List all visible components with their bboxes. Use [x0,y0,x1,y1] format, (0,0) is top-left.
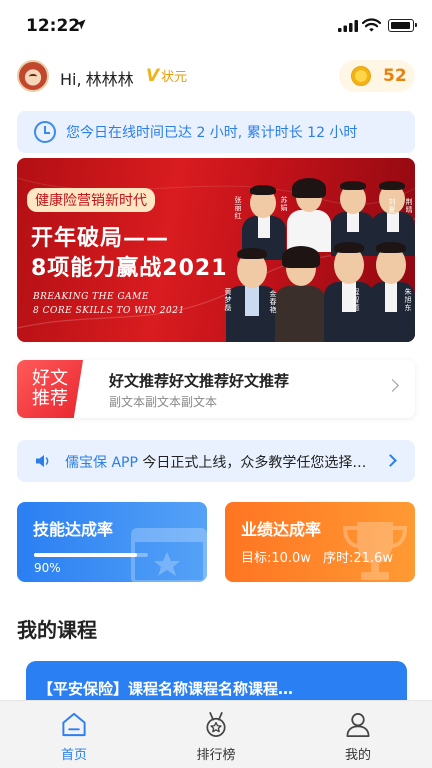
tab-ranking[interactable]: 排行榜 [176,711,256,763]
greeting: Hi, 林林林 [60,66,134,90]
speaker-name: 黄梦磊 [224,288,232,312]
coin-icon [351,66,371,86]
tab-home[interactable]: 首页 [34,711,114,763]
announcement-text: 儒宝保 APP 今日正式上线，众多教学任您选择… [65,452,366,472]
medal-icon [206,712,226,737]
chevron-right-icon [386,379,399,392]
clock-icon [34,121,56,143]
skill-progress-fill [34,553,137,557]
performance-rate-card[interactable]: 业绩达成率 目标:10.0w 序时:21.6w [225,502,415,582]
bottom-tab-bar: 首页 排行榜 我的 [0,700,432,768]
announcement-bar[interactable]: 儒宝保 APP 今日正式上线，众多教学任您选择… [17,440,415,482]
speaker-photo [367,232,415,342]
online-time-text: 您今日在线时间已达 2 小时, 累计时长 12 小时 [66,125,358,141]
skill-rate-title: 技能达成率 [33,520,114,539]
speaker-name: 张丽红 [234,196,242,220]
banner-english-line2: 8 CORE SKILLS TO WIN 2021 [33,306,185,316]
username: 林林林 [85,70,134,89]
skill-rate-card[interactable]: 技能达成率 90% [17,502,207,582]
avatar[interactable] [17,60,49,92]
article-title: 好文推荐好文推荐好文推荐 [109,372,290,390]
speaker-name: 刘夏 [388,198,396,214]
cellular-signal-icon [338,20,358,32]
tab-mine-label: 我的 [344,748,371,763]
status-time: 12:22 [26,16,81,36]
speaker-name: 荆晴 [405,198,413,214]
status-bar: 12:22 [0,0,432,50]
star-board-icon [131,528,207,582]
my-courses-heading: 我的课程 [17,618,97,642]
location-arrow-icon [75,19,86,30]
course-title: 【平安保险】课程名称课程名称课程… [38,680,294,698]
banner-title-line2: 8项能力赢战2021 [31,256,228,281]
banner-english-line1: BREAKING THE GAME [33,292,149,302]
speaker-name: 朱旭东 [404,288,412,312]
skill-progress-label: 90% [34,561,61,575]
home-icon [62,712,86,737]
coin-count: 52 [383,66,407,86]
vip-badge: V 状元 [146,65,188,86]
announcement-brand: 儒宝保 APP [65,455,138,471]
speaker-icon [36,455,49,467]
promo-banner[interactable]: 健康险营销新时代 开年破局—— 8项能力赢战2021 BREAKING THE … [17,158,415,342]
article-subtitle: 副文本副文本副文本 [109,395,218,409]
tab-mine[interactable]: 我的 [318,711,398,763]
tab-ranking-label: 排行榜 [196,748,236,763]
article-badge-line2: 推荐 [32,388,68,409]
banner-pill: 健康险营销新时代 [27,188,155,212]
speaker-photo [272,232,328,342]
article-badge: 好文 推荐 [17,360,83,418]
tab-home-label: 首页 [60,748,87,763]
speaker-name: 苏娟 [280,196,288,212]
performance-timeline: 序时:21.6w [323,551,393,566]
greeting-hi: Hi, [60,70,82,89]
performance-target: 目标:10.0w [241,551,311,566]
vip-label: 状元 [161,70,188,85]
online-time-notice: 您今日在线时间已达 2 小时, 累计时长 12 小时 [17,111,415,153]
speaker-name: 金春艳 [269,290,277,314]
speaker-name: 程智德 [352,288,360,312]
article-badge-line1: 好文 [32,368,68,389]
header: Hi, 林林林 V 状元 52 [0,56,432,96]
performance-rate-title: 业绩达成率 [241,520,322,539]
wifi-icon [362,18,381,32]
chevron-right-icon [384,454,397,467]
vip-v-icon: V [146,65,160,86]
coin-balance[interactable]: 52 [339,60,415,92]
user-icon [346,713,370,737]
recommended-article[interactable]: 好文 推荐 好文推荐好文推荐好文推荐 副文本副文本副文本 [17,360,415,418]
skill-progress-bar [34,553,148,557]
announcement-message: 今日正式上线，众多教学任您选择… [142,455,367,471]
battery-icon [388,19,417,32]
banner-title-line1: 开年破局—— [31,226,170,251]
